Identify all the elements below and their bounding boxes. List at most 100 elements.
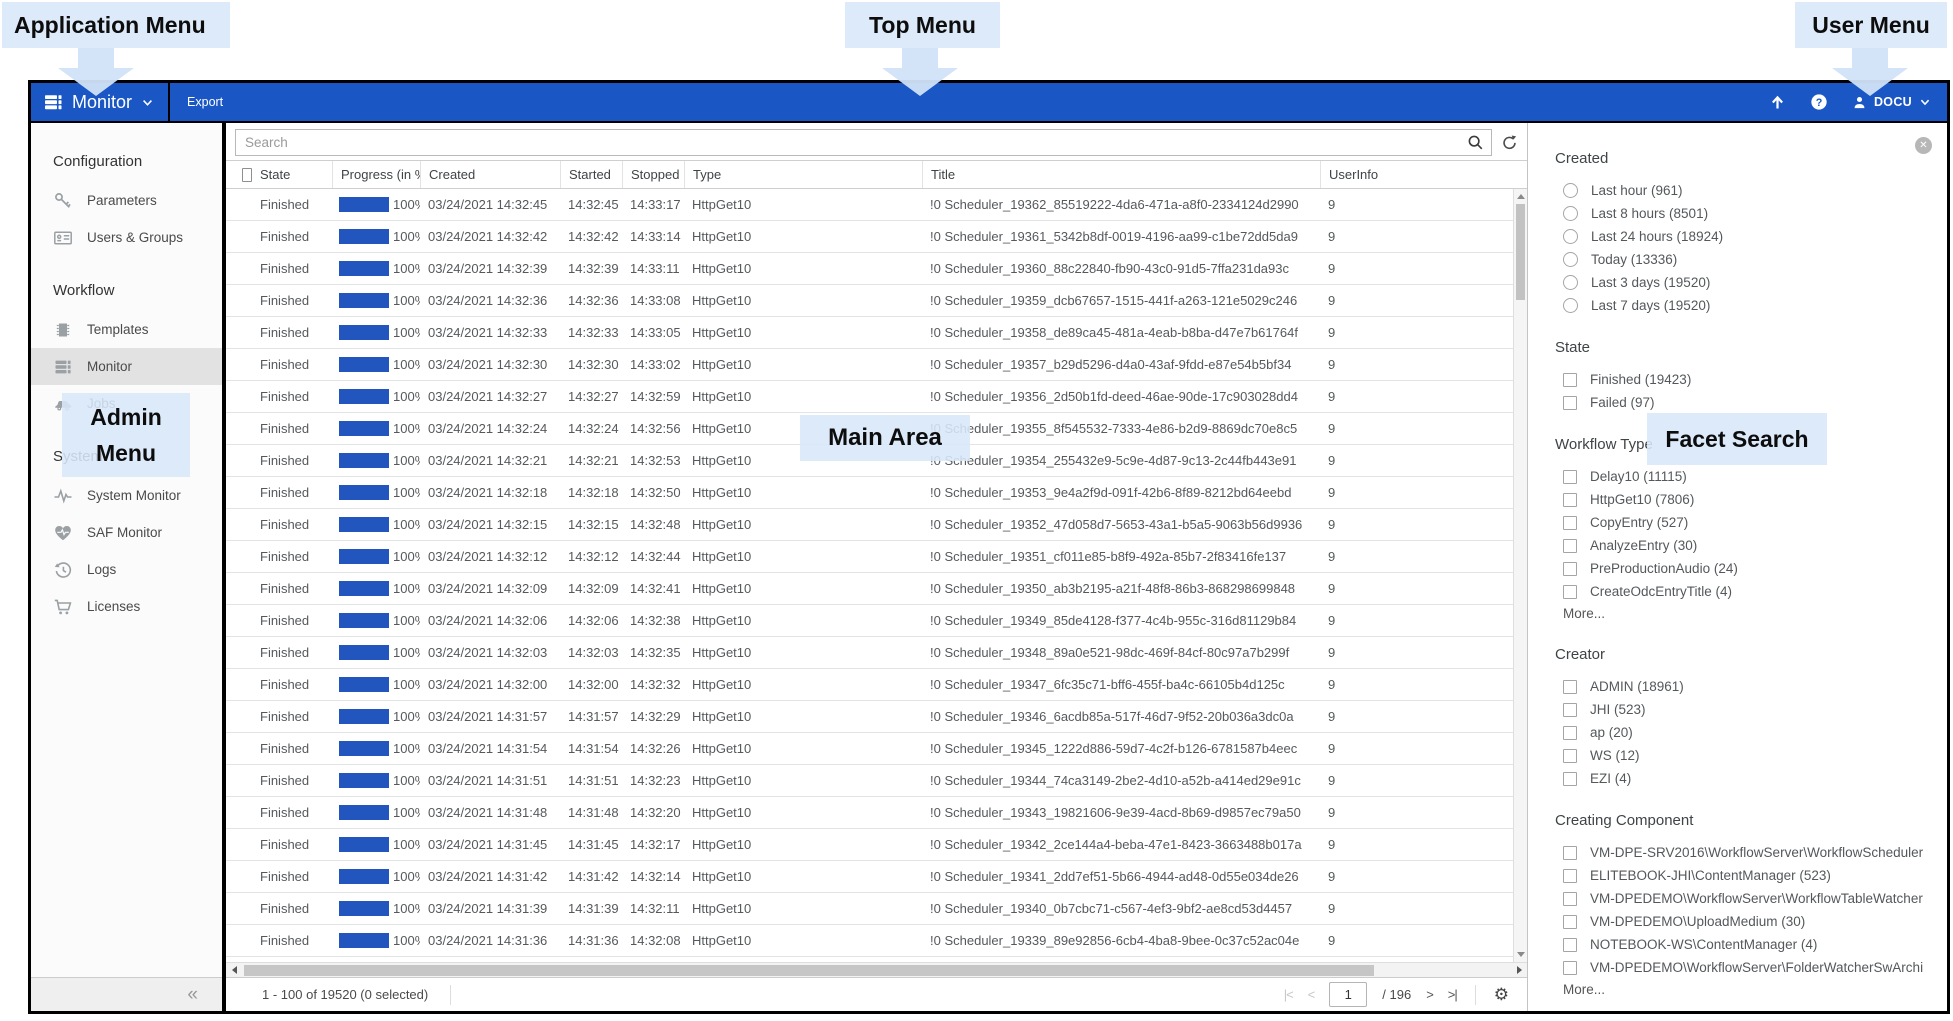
facet-item[interactable]: HttpGet10 (7806): [1563, 491, 1923, 508]
checkbox[interactable]: [1563, 493, 1577, 507]
column-header-title[interactable]: Title: [922, 161, 1320, 188]
facet-item[interactable]: Last 24 hours (18924): [1563, 228, 1923, 245]
facet-more-link[interactable]: More...: [1563, 606, 1923, 621]
table-row[interactable]: Finished100%03/24/2021 14:31:3614:31:361…: [226, 925, 1527, 957]
sidebar-item-monitor[interactable]: Monitor: [31, 348, 222, 385]
upload-arrow-icon[interactable]: [1769, 94, 1786, 111]
facet-item[interactable]: CreateOdcEntryTitle (4): [1563, 583, 1923, 600]
first-page-button[interactable]: |<: [1284, 987, 1293, 1002]
checkbox[interactable]: [1563, 373, 1577, 387]
radio-button[interactable]: [1563, 183, 1578, 198]
facet-item[interactable]: Delay10 (11115): [1563, 468, 1923, 485]
facet-item[interactable]: VM-DPEDEMO\WorkflowServer\FolderWatcherS…: [1563, 959, 1923, 976]
horizontal-scroll-thumb[interactable]: [244, 965, 1374, 976]
facet-item[interactable]: PreProductionAudio (24): [1563, 560, 1923, 577]
facet-item[interactable]: ADMIN (18961): [1563, 678, 1923, 695]
page-number-input[interactable]: [1329, 982, 1367, 1007]
table-row[interactable]: Finished100%03/24/2021 14:32:1214:32:121…: [226, 541, 1527, 573]
table-row[interactable]: Finished100%03/24/2021 14:32:3014:32:301…: [226, 349, 1527, 381]
next-page-button[interactable]: >: [1426, 987, 1433, 1002]
sidebar-item-users-groups[interactable]: Users & Groups: [31, 219, 222, 256]
close-icon[interactable]: ✕: [1915, 137, 1932, 154]
column-header-stopped[interactable]: Stopped: [622, 161, 684, 188]
horizontal-scrollbar[interactable]: [226, 962, 1527, 977]
vertical-scroll-thumb[interactable]: [1516, 204, 1525, 300]
facet-item[interactable]: Last 8 hours (8501): [1563, 205, 1923, 222]
table-row[interactable]: Finished100%03/24/2021 14:32:3914:32:391…: [226, 253, 1527, 285]
facet-item[interactable]: ap (20): [1563, 724, 1923, 741]
table-row[interactable]: Finished100%03/24/2021 14:31:4814:31:481…: [226, 797, 1527, 829]
table-row[interactable]: Finished100%03/24/2021 14:31:5714:31:571…: [226, 701, 1527, 733]
checkbox[interactable]: [1563, 938, 1577, 952]
scroll-left-arrow[interactable]: [226, 963, 242, 977]
table-row[interactable]: Finished100%03/24/2021 14:31:5114:31:511…: [226, 765, 1527, 797]
checkbox[interactable]: [1563, 846, 1577, 860]
sidebar-collapse-button[interactable]: «: [31, 977, 222, 1011]
checkbox[interactable]: [1563, 749, 1577, 763]
checkbox[interactable]: [1563, 961, 1577, 975]
facet-item[interactable]: Today (13336): [1563, 251, 1923, 268]
facet-item[interactable]: WS (12): [1563, 747, 1923, 764]
last-page-button[interactable]: >|: [1448, 987, 1457, 1002]
column-header-type[interactable]: Type: [684, 161, 922, 188]
table-row[interactable]: Finished100%03/24/2021 14:32:0914:32:091…: [226, 573, 1527, 605]
table-row[interactable]: Finished100%03/24/2021 14:31:3914:31:391…: [226, 893, 1527, 925]
checkbox[interactable]: [1563, 562, 1577, 576]
facet-more-link[interactable]: More...: [1563, 982, 1923, 997]
help-icon[interactable]: ?: [1810, 93, 1828, 111]
checkbox[interactable]: [1563, 703, 1577, 717]
checkbox[interactable]: [1563, 539, 1577, 553]
facet-item[interactable]: ELITEBOOK-JHI\ContentManager (523): [1563, 867, 1923, 884]
checkbox[interactable]: [1563, 772, 1577, 786]
table-row[interactable]: Finished100%03/24/2021 14:32:1814:32:181…: [226, 477, 1527, 509]
table-row[interactable]: Finished100%03/24/2021 14:32:0614:32:061…: [226, 605, 1527, 637]
facet-item[interactable]: VM-DPE-SRV2016\WorkflowServer\WorkflowSc…: [1563, 844, 1923, 861]
facet-item[interactable]: Last hour (961): [1563, 182, 1923, 199]
table-row[interactable]: Finished100%03/24/2021 14:32:1514:32:151…: [226, 509, 1527, 541]
facet-item[interactable]: VM-DPEDEMO\UploadMedium (30): [1563, 913, 1923, 930]
checkbox[interactable]: [1563, 470, 1577, 484]
sidebar-item-system-monitor[interactable]: System Monitor: [31, 477, 222, 514]
checkbox[interactable]: [1563, 516, 1577, 530]
sidebar-item-parameters[interactable]: Parameters: [31, 182, 222, 219]
radio-button[interactable]: [1563, 252, 1578, 267]
facet-item[interactable]: EZI (4): [1563, 770, 1923, 787]
column-header-userinfo[interactable]: UserInfo: [1320, 161, 1513, 188]
checkbox[interactable]: [1563, 585, 1577, 599]
checkbox[interactable]: [1563, 396, 1577, 410]
table-row[interactable]: Finished100%03/24/2021 14:31:5414:31:541…: [226, 733, 1527, 765]
radio-button[interactable]: [1563, 206, 1578, 221]
table-row[interactable]: Finished100%03/24/2021 14:31:4514:31:451…: [226, 829, 1527, 861]
facet-item[interactable]: Failed (97): [1563, 394, 1923, 411]
menu-item-export[interactable]: Export: [170, 95, 240, 109]
facet-item[interactable]: Last 7 days (19520): [1563, 297, 1923, 314]
table-row[interactable]: Finished100%03/24/2021 14:32:3314:32:331…: [226, 317, 1527, 349]
table-row[interactable]: Finished100%03/24/2021 14:32:2714:32:271…: [226, 381, 1527, 413]
column-header-progress[interactable]: Progress (in %): [332, 161, 420, 188]
radio-button[interactable]: [1563, 229, 1578, 244]
sidebar-item-saf-monitor[interactable]: SAF Monitor: [31, 514, 222, 551]
facet-item[interactable]: VM-DPEDEMO\WorkflowServer\WorkflowTableW…: [1563, 890, 1923, 907]
checkbox[interactable]: [1563, 892, 1577, 906]
facet-item[interactable]: Last 3 days (19520): [1563, 274, 1923, 291]
table-row[interactable]: Finished100%03/24/2021 14:32:3614:32:361…: [226, 285, 1527, 317]
column-header-created[interactable]: Created: [420, 161, 560, 188]
search-input[interactable]: [245, 135, 1467, 150]
radio-button[interactable]: [1563, 298, 1578, 313]
checkbox[interactable]: [1563, 869, 1577, 883]
facet-item[interactable]: AnalyzeEntry (30): [1563, 537, 1923, 554]
table-row[interactable]: Finished100%03/24/2021 14:32:0314:32:031…: [226, 637, 1527, 669]
facet-item[interactable]: NOTEBOOK-WS\ContentManager (4): [1563, 936, 1923, 953]
select-all-checkbox[interactable]: [242, 168, 252, 182]
scroll-up-arrow[interactable]: [1514, 190, 1527, 203]
sidebar-item-templates[interactable]: Templates: [31, 311, 222, 348]
sidebar-item-logs[interactable]: Logs: [31, 551, 222, 588]
column-header-started[interactable]: Started: [560, 161, 622, 188]
previous-page-button[interactable]: <: [1308, 987, 1315, 1002]
search-icon[interactable]: [1467, 134, 1484, 151]
column-header-state[interactable]: State: [252, 161, 332, 188]
table-row[interactable]: Finished100%03/24/2021 14:32:4214:32:421…: [226, 221, 1527, 253]
facet-item[interactable]: CopyEntry (527): [1563, 514, 1923, 531]
scroll-right-arrow[interactable]: [1511, 963, 1527, 977]
checkbox[interactable]: [1563, 680, 1577, 694]
